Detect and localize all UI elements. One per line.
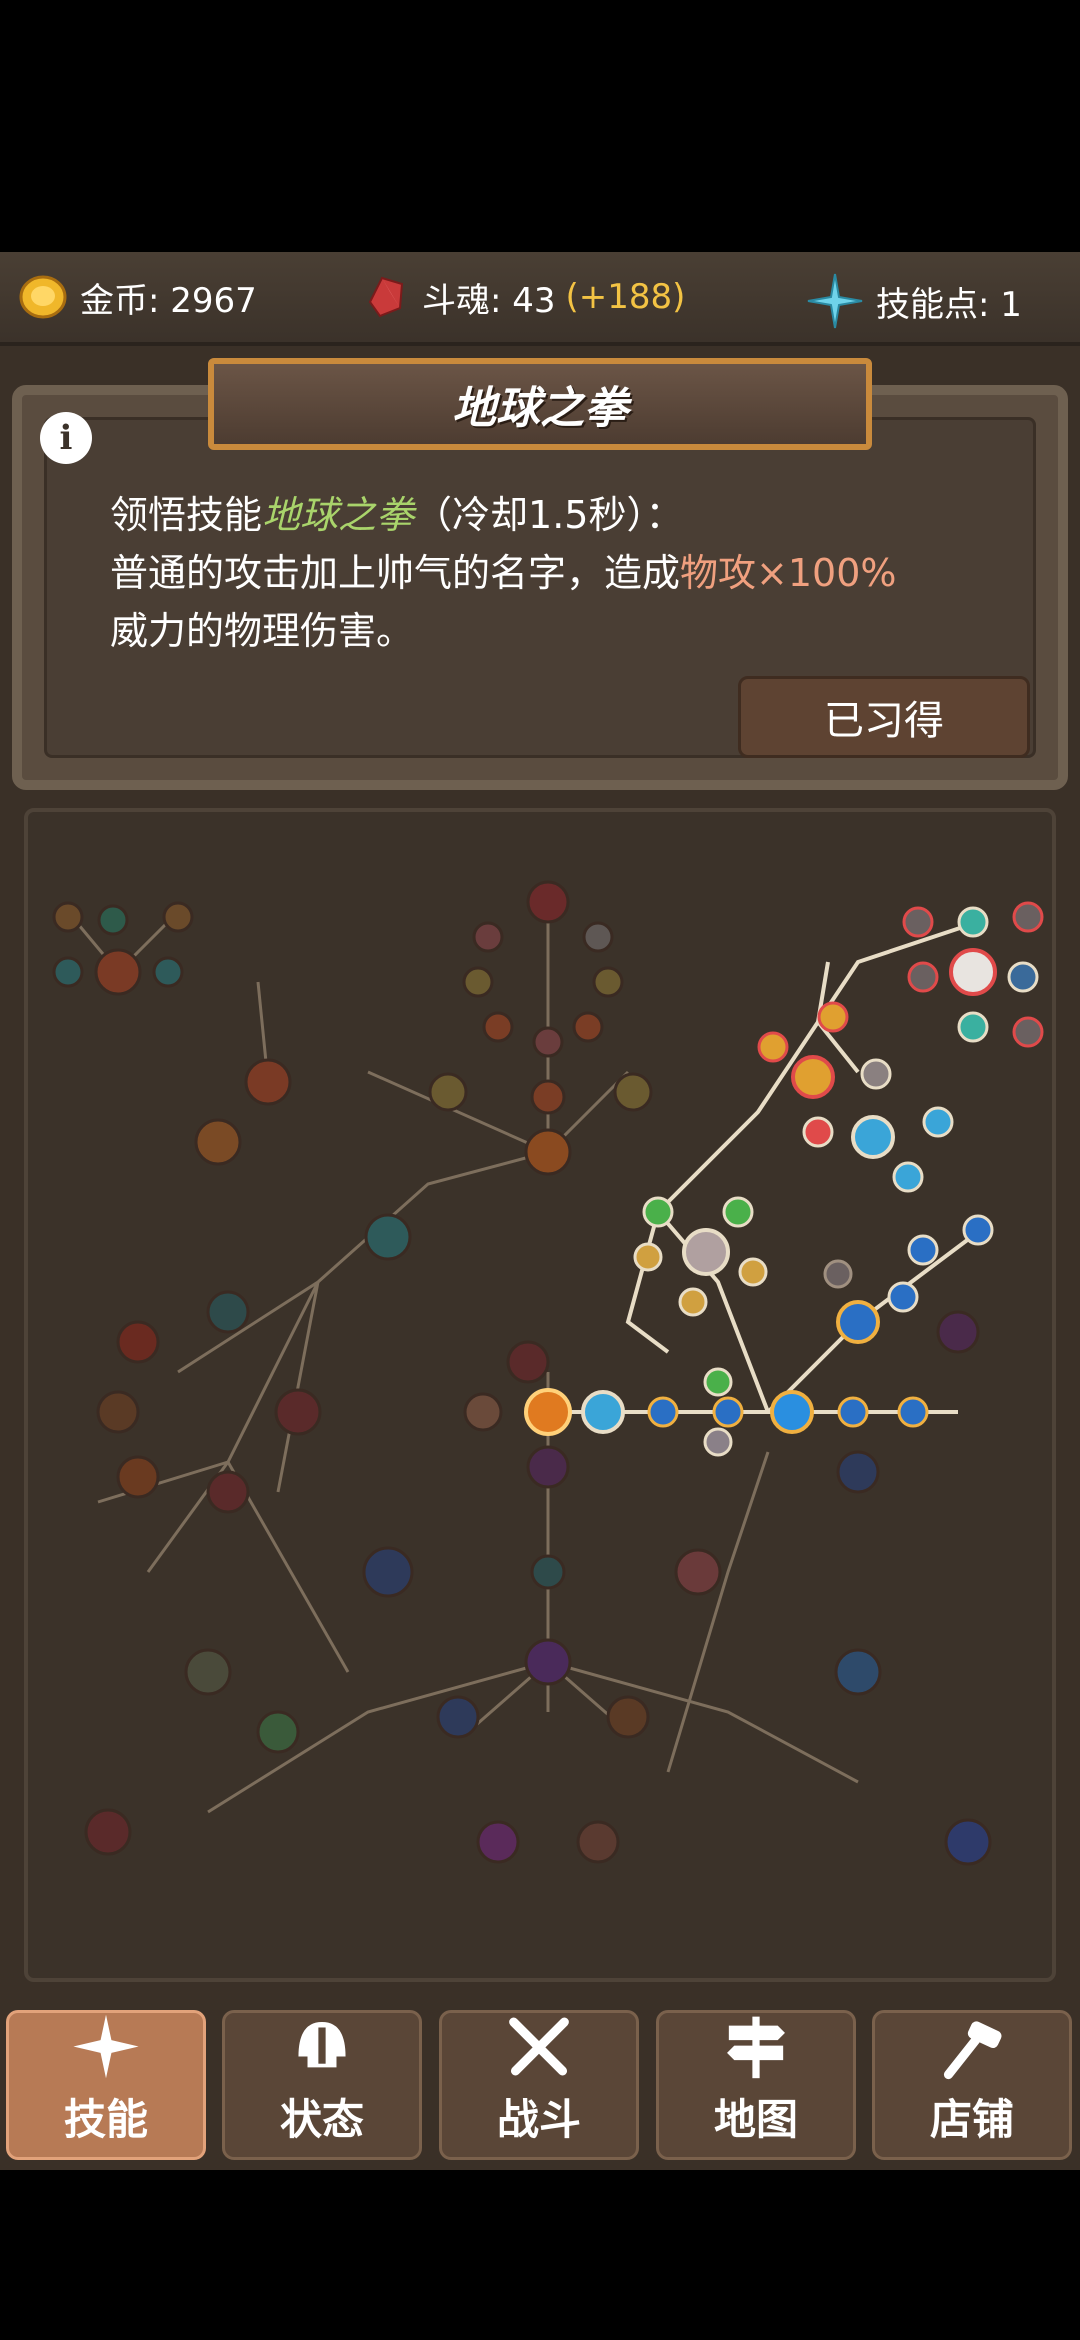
tab-battle-label: 战斗 [496, 2095, 581, 2144]
desc-damage: 物攻×100% [680, 551, 897, 595]
skill-tree[interactable] [24, 808, 1056, 1982]
soul-label: 斗魂: 43 [422, 280, 556, 321]
red-crystal-icon [368, 276, 404, 318]
tab-shop[interactable]: 店铺 [872, 2010, 1072, 2160]
skill-title: 地球之拳 [452, 383, 628, 434]
crossed-swords-icon [509, 2017, 569, 2076]
gold-coin-icon [19, 275, 67, 319]
skillpoints-counter: 技能点: 1 [806, 272, 1022, 330]
desc-line-1: 领悟技能地球之拳（冷却1.5秒）： [110, 486, 1010, 544]
learned-button[interactable]: 已习得 [738, 676, 1030, 758]
tab-map-label: 地图 [713, 2095, 798, 2144]
skillpoints-label: 技能点: 1 [876, 284, 1022, 325]
desc-line2-prefix: 普通的攻击加上帅气的名字，造成 [110, 551, 681, 595]
dim-nodes [52, 880, 992, 1866]
soul-gain: (+188) [565, 277, 686, 317]
gold-counter: 金币: 2967 [18, 272, 257, 322]
tab-skills-label: 技能 [63, 2095, 148, 2144]
desc-prefix: 领悟技能 [110, 493, 263, 537]
sparkle-star-icon [807, 273, 863, 329]
tab-battle[interactable]: 战斗 [439, 2010, 639, 2160]
info-icon[interactable]: i [40, 412, 92, 464]
skill-description: 领悟技能地球之拳（冷却1.5秒）： 普通的攻击加上帅气的名字，造成物攻×100%… [110, 486, 1010, 660]
tab-status-label: 状态 [279, 2095, 364, 2144]
soul-counter: 斗魂: 43 (+188) [360, 272, 685, 322]
bottom-nav: 技能 状态 战斗 地图 店铺 [0, 2010, 1080, 2166]
gold-label: 金币: 2967 [80, 280, 257, 321]
tab-map[interactable]: 地图 [656, 2010, 856, 2160]
helmet-icon [298, 2022, 346, 2068]
desc-skill-name: 地球之拳 [262, 493, 415, 537]
signpost-icon [727, 2016, 785, 2079]
hammer-icon [943, 2021, 1002, 2080]
tab-status[interactable]: 状态 [222, 2010, 422, 2160]
tab-skills[interactable]: 技能 [6, 2010, 206, 2160]
desc-line-2: 普通的攻击加上帅气的名字，造成物攻×100% [110, 544, 1010, 602]
skill-title-banner: 地球之拳 [208, 358, 872, 450]
sparkle-icon [73, 2014, 139, 2079]
tab-shop-label: 店铺 [929, 2095, 1014, 2144]
skill-tree-graph[interactable] [28, 812, 1052, 1978]
resource-bar: 金币: 2967 斗魂: 43 (+188) 技能点: 1 [0, 252, 1080, 346]
desc-cooldown: （冷却1.5秒）： [414, 493, 684, 537]
desc-line-3: 威力的物理伤害。 [110, 609, 415, 653]
learned-button-label: 已习得 [824, 698, 944, 744]
